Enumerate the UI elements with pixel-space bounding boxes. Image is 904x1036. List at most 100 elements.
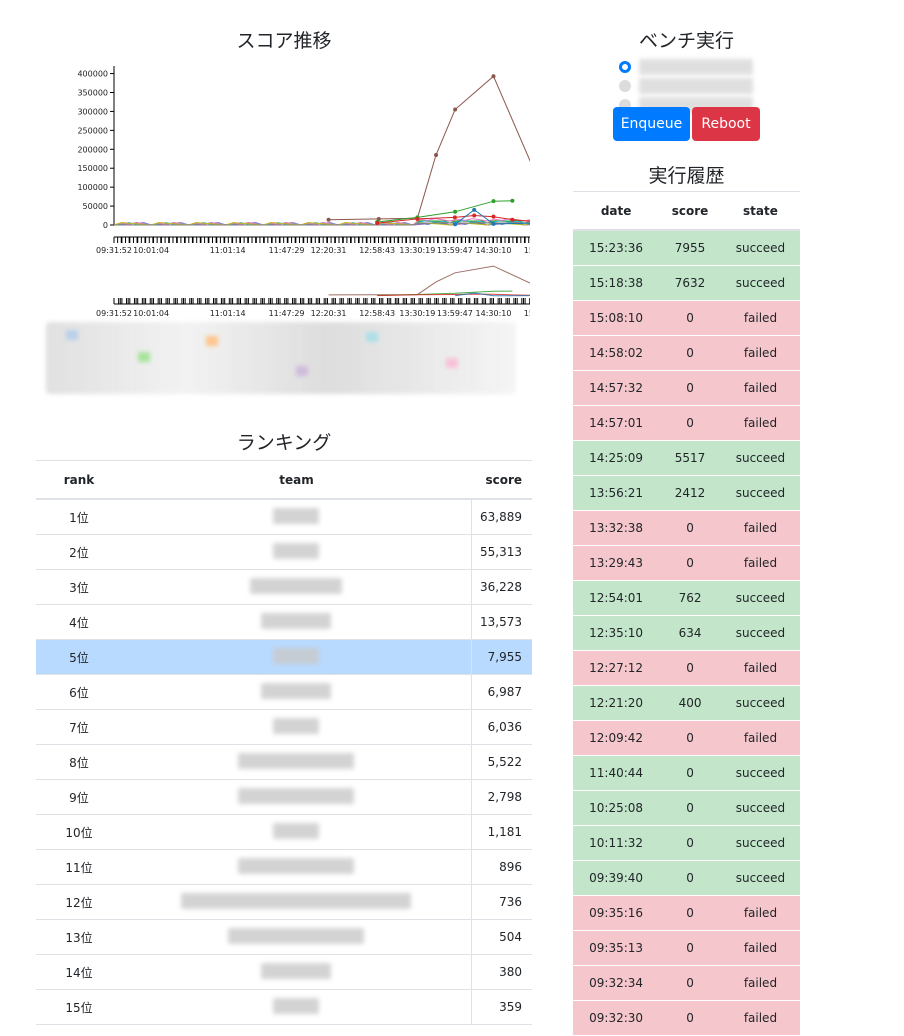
team-cell bbox=[122, 884, 471, 920]
team-name-redacted bbox=[273, 507, 320, 524]
radio-option[interactable] bbox=[617, 77, 757, 96]
rank-cell: 14位 bbox=[36, 954, 122, 990]
data-point bbox=[472, 213, 477, 218]
rank-cell: 1位 bbox=[36, 499, 122, 535]
score-cell: 0 bbox=[659, 650, 721, 686]
y-tick-label: 350000 bbox=[77, 89, 108, 98]
ranking-row: 1位 63,889 bbox=[36, 499, 532, 535]
date-cell: 12:54:01 bbox=[573, 580, 660, 616]
radio-checked-icon[interactable] bbox=[619, 61, 631, 73]
team-name-redacted bbox=[181, 892, 412, 909]
enqueue-button[interactable]: Enqueue bbox=[613, 107, 690, 141]
data-point bbox=[453, 107, 458, 112]
history-row: 13:29:43 0 failed bbox=[573, 545, 800, 581]
data-point bbox=[472, 207, 477, 212]
history-row: 14:57:01 0 failed bbox=[573, 405, 800, 441]
radio-label-redacted bbox=[639, 78, 753, 94]
y-tick-label: 250000 bbox=[77, 126, 108, 135]
date-cell: 09:39:40 bbox=[573, 860, 660, 896]
data-point bbox=[510, 217, 515, 222]
team-name-redacted bbox=[261, 612, 332, 629]
score-cell: 634 bbox=[659, 615, 721, 651]
date-cell: 15:18:38 bbox=[573, 265, 660, 301]
score-cell: 0 bbox=[659, 720, 721, 756]
navigator-x-tick-label: 11:47:29 bbox=[269, 309, 305, 318]
score-cell: 736 bbox=[470, 884, 532, 920]
date-cell: 15:23:36 bbox=[573, 230, 660, 266]
score-header: score bbox=[471, 460, 532, 500]
score-cell: 2412 bbox=[659, 475, 721, 511]
score-chart[interactable]: 0 50000 100000 150000 200000 250000 300000 3500… bbox=[30, 58, 530, 256]
x-tick-label: 11:47:29 bbox=[269, 246, 305, 255]
team-cell bbox=[122, 604, 471, 640]
data-point bbox=[491, 221, 496, 226]
navigator-x-tick-label: 12:20:31 bbox=[311, 309, 347, 318]
team-cell bbox=[122, 534, 471, 570]
team-cell bbox=[122, 989, 471, 1025]
history-row: 09:39:40 0 succeed bbox=[573, 860, 800, 896]
bench-title: ベンチ実行 bbox=[638, 30, 734, 52]
rank-cell: 15位 bbox=[36, 989, 122, 1025]
date-header: date bbox=[573, 191, 660, 231]
y-tick-label: 150000 bbox=[77, 164, 108, 173]
radio-unchecked-icon[interactable] bbox=[619, 80, 631, 92]
team-cell bbox=[122, 709, 471, 745]
ranking-title: ランキング bbox=[236, 432, 332, 454]
date-cell: 09:35:16 bbox=[573, 895, 660, 931]
history-row: 15:18:38 7632 succeed bbox=[573, 265, 800, 301]
rank-cell: 5位 bbox=[36, 639, 122, 675]
team-name-redacted bbox=[250, 577, 343, 594]
date-cell: 09:32:34 bbox=[573, 965, 660, 1001]
team-cell bbox=[122, 849, 471, 885]
ranking-row: 9位 2,798 bbox=[36, 779, 532, 815]
data-point bbox=[453, 222, 458, 227]
history-row: 14:58:02 0 failed bbox=[573, 335, 800, 371]
date-cell: 13:29:43 bbox=[573, 545, 660, 581]
rank-cell: 7位 bbox=[36, 709, 122, 745]
score-cell: 5517 bbox=[659, 440, 721, 476]
y-tick-label: 300000 bbox=[77, 107, 108, 116]
x-tick-label: 13:59:47 bbox=[437, 246, 473, 255]
team-cell bbox=[122, 569, 471, 605]
x-tick-label: 14:30:10 bbox=[476, 246, 512, 255]
data-point bbox=[491, 199, 496, 204]
rank-header: rank bbox=[36, 460, 122, 500]
x-tick-label: 10:01:04 bbox=[133, 246, 169, 255]
score-cell: 380 bbox=[470, 954, 532, 990]
x-tick-label: 12:20:31 bbox=[311, 246, 347, 255]
data-point bbox=[491, 214, 496, 219]
history-row: 09:32:30 0 failed bbox=[573, 1000, 800, 1036]
navigator-x-tick-label: 12:58:43 bbox=[359, 309, 395, 318]
reboot-button[interactable]: Reboot bbox=[692, 107, 760, 141]
state-cell: failed bbox=[720, 930, 800, 966]
score-cell: 13,573 bbox=[470, 604, 532, 640]
state-cell: failed bbox=[720, 335, 800, 371]
navigator-x-tick-label: 13:30:19 bbox=[399, 309, 435, 318]
chart-legend[interactable] bbox=[46, 322, 516, 394]
state-cell: succeed bbox=[720, 615, 800, 651]
score-cell: 55,313 bbox=[470, 534, 532, 570]
rank-cell: 6位 bbox=[36, 674, 122, 710]
data-point bbox=[491, 74, 496, 79]
score-cell: 0 bbox=[659, 755, 721, 791]
team-cell bbox=[122, 744, 471, 780]
date-cell: 14:57:01 bbox=[573, 405, 660, 441]
history-row: 09:35:16 0 failed bbox=[573, 895, 800, 931]
team-name-redacted bbox=[261, 962, 332, 979]
ranking-row: 10位 1,181 bbox=[36, 814, 532, 850]
team-name-redacted bbox=[238, 752, 355, 769]
team-name-redacted bbox=[273, 717, 320, 734]
score-cell: 2,798 bbox=[470, 779, 532, 815]
score-cell: 0 bbox=[659, 825, 721, 861]
score-cell: 0 bbox=[659, 405, 721, 441]
data-point bbox=[452, 215, 457, 220]
y-tick-label: 50000 bbox=[83, 202, 108, 211]
ranking-header-row: rank team score bbox=[36, 460, 532, 500]
date-cell: 09:32:30 bbox=[573, 1000, 660, 1036]
score-chart-navigator[interactable]: 09:31:52 10:01:04 11:01:14 11:47:29 12:20:31… bbox=[30, 258, 530, 320]
x-tick-label: 09:31:52 bbox=[96, 246, 132, 255]
navigator-x-tick-label: 11:01:14 bbox=[210, 309, 246, 318]
score-cell: 0 bbox=[659, 965, 721, 1001]
radio-option[interactable] bbox=[617, 58, 757, 77]
date-cell: 15:08:10 bbox=[573, 300, 660, 336]
